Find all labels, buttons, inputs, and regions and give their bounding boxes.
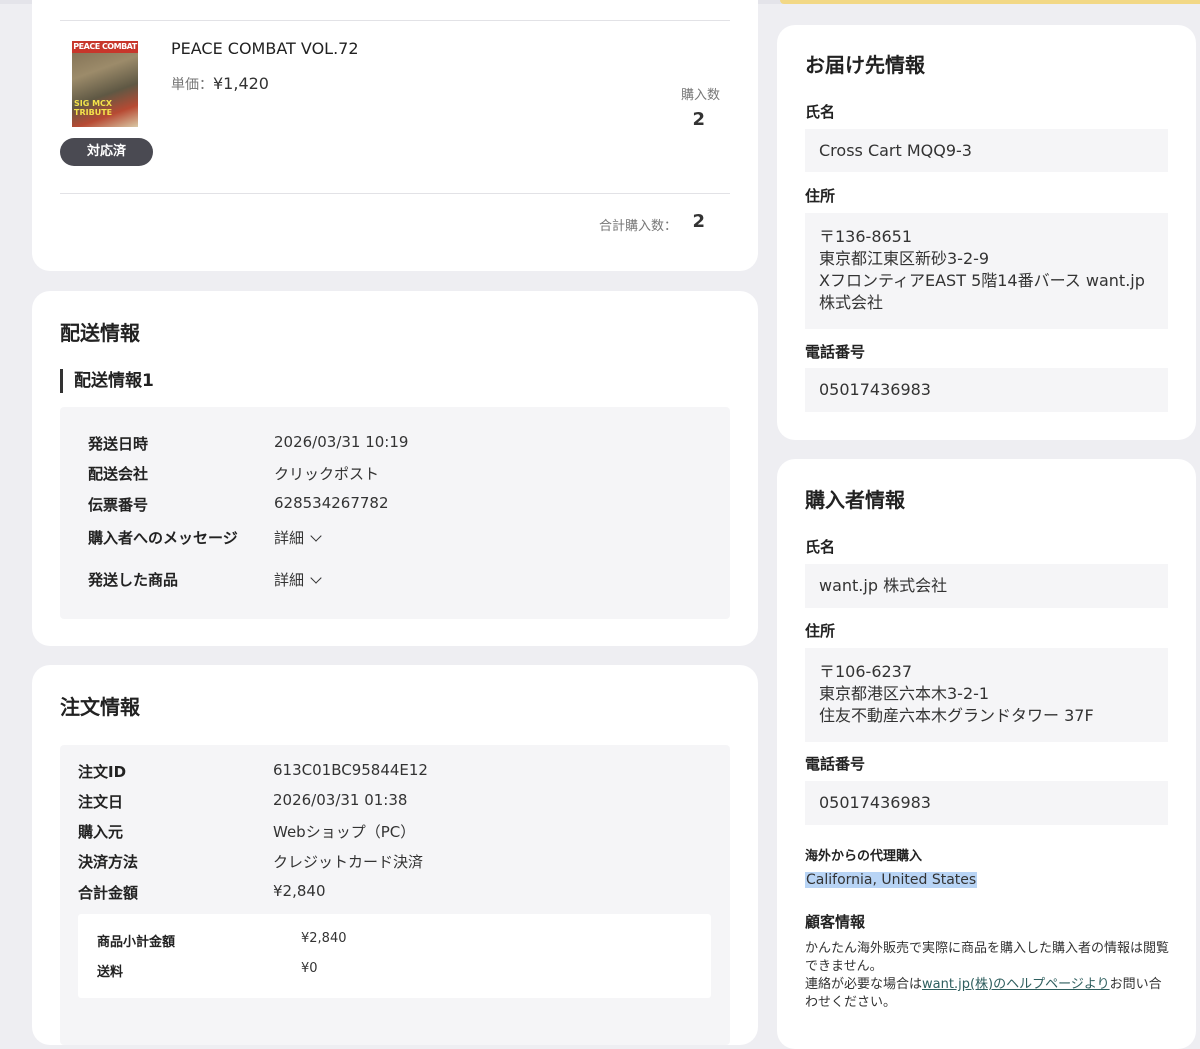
order-source-value: Webショップ（PC） <box>273 823 416 841</box>
shipping-fee-value: ¥0 <box>301 961 318 976</box>
total-quantity-label: 合計購入数： <box>598 219 677 234</box>
product-card: PEACE COMBAT SIG MCX TRIBUTE 対応済 PEACE C… <box>32 0 758 271</box>
order-source-label: 購入元 <box>78 823 124 841</box>
address-line: 〒106-6237 <box>819 662 913 681</box>
divider <box>60 20 730 21</box>
shipping-fee-label: 送料 <box>97 965 124 980</box>
shipping-subtitle: 配送情報1 <box>60 369 154 393</box>
proxy-purchase-value: California, United States <box>805 872 978 888</box>
thumbnail-subtitle: SIG MCX TRIBUTE <box>74 99 113 117</box>
order-total-value: ¥2,840 <box>273 882 326 900</box>
order-card: 注文情報 注文ID 613C01BC95844E12 注文日 2026/03/3… <box>32 665 758 1045</box>
address-line: 〒136-8651 <box>819 227 913 246</box>
destination-card: お届け先情報 氏名 Cross Cart MQQ9-3 住所 〒136-8651… <box>777 25 1196 440</box>
chevron-down-icon <box>310 572 322 584</box>
destination-address-box: 〒136-8651 東京都江東区新砂3-2-9 XフロンティアEAST 5階14… <box>805 213 1168 329</box>
buyer-message-toggle[interactable]: 詳細 <box>274 527 322 548</box>
buyer-title: 購入者情報 <box>805 488 905 512</box>
unit-price-value: ¥1,420 <box>213 74 269 93</box>
tracking-number-value: 628534267782 <box>274 494 389 512</box>
order-date-value: 2026/03/31 01:38 <box>273 791 408 809</box>
destination-phone-value: 05017436983 <box>805 368 1168 412</box>
status-badge: 対応済 <box>60 138 153 166</box>
product-thumbnail[interactable]: PEACE COMBAT SIG MCX TRIBUTE <box>72 41 138 127</box>
subtotal-value: ¥2,840 <box>301 931 347 946</box>
buyer-address-box: 〒106-6237 東京都港区六本木3-2-1 住友不動産六本木グランドタワー … <box>805 648 1168 742</box>
address-line: 住友不動産六本木グランドタワー 37F <box>819 706 1094 725</box>
destination-phone-label: 電話番号 <box>805 343 866 361</box>
order-id-value: 613C01BC95844E12 <box>273 761 428 779</box>
shipping-detail-panel: 発送日時 2026/03/31 10:19 配送会社 クリックポスト 伝票番号 … <box>60 407 730 619</box>
address-line: 株式会社 <box>819 293 884 312</box>
destination-title: お届け先情報 <box>805 53 925 77</box>
address-line: 東京都江東区新砂3-2-9 <box>819 249 990 268</box>
shipping-card: 配送情報 配送情報1 発送日時 2026/03/31 10:19 配送会社 クリ… <box>32 291 758 646</box>
carrier-value: クリックポスト <box>274 465 380 483</box>
destination-name-label: 氏名 <box>805 103 836 121</box>
divider <box>60 193 730 194</box>
buyer-card: 購入者情報 氏名 want.jp 株式会社 住所 〒106-6237 東京都港区… <box>777 459 1196 1049</box>
customer-note-text: かんたん海外販売で実際に商品を購入した購入者の情報は閲覧できません。 <box>805 941 1170 974</box>
thumbnail-masthead: PEACE COMBAT <box>72 41 138 53</box>
customer-info-label: 顧客情報 <box>805 913 866 931</box>
buyer-message-label: 購入者へのメッセージ <box>88 529 238 547</box>
buyer-address-label: 住所 <box>805 622 836 640</box>
total-quantity-value: 2 <box>692 211 705 232</box>
customer-note-contact: 連絡が必要な場合はwant.jp(株)のヘルプページよりお問い合わせください。 <box>805 976 1173 1012</box>
address-line: XフロンティアEAST 5階14番バース want.jp <box>819 271 1145 290</box>
toggle-label: 詳細 <box>274 529 305 547</box>
buyer-name-label: 氏名 <box>805 538 836 556</box>
ship-date-label: 発送日時 <box>88 435 149 453</box>
help-page-link[interactable]: want.jp(株)のヘルプページより <box>922 977 1110 992</box>
ship-date-value: 2026/03/31 10:19 <box>274 433 409 451</box>
top-accent-bar <box>780 0 1200 4</box>
order-detail-panel: 注文ID 613C01BC95844E12 注文日 2026/03/31 01:… <box>60 745 730 1045</box>
price-breakdown-panel: 商品小計金額 ¥2,840 送料 ¥0 <box>78 914 711 998</box>
quantity-label: 購入数 <box>680 88 720 103</box>
unit-price-label: 単価： <box>171 77 213 93</box>
order-id-label: 注文ID <box>78 763 127 781</box>
proxy-purchase-label: 海外からの代理購入 <box>805 849 923 864</box>
order-total-label: 合計金額 <box>78 884 139 902</box>
order-date-label: 注文日 <box>78 793 124 811</box>
unit-price: 単価：¥1,420 <box>171 74 269 94</box>
shipping-title: 配送情報 <box>60 321 140 345</box>
contact-prefix: 連絡が必要な場合は <box>805 977 923 992</box>
subtotal-label: 商品小計金額 <box>97 935 176 950</box>
buyer-phone-value: 05017436983 <box>805 781 1168 825</box>
buyer-name-value: want.jp 株式会社 <box>805 564 1168 608</box>
payment-method-value: クレジットカード決済 <box>273 853 424 871</box>
tracking-number-label: 伝票番号 <box>88 496 149 514</box>
customer-info-note: かんたん海外販売で実際に商品を購入した購入者の情報は閲覧できません。 連絡が必要… <box>805 940 1173 1012</box>
shipped-items-label: 発送した商品 <box>88 571 179 589</box>
order-title: 注文情報 <box>60 695 140 719</box>
chevron-down-icon <box>310 530 322 542</box>
destination-name-value: Cross Cart MQQ9-3 <box>805 129 1168 172</box>
payment-method-label: 決済方法 <box>78 853 139 871</box>
carrier-label: 配送会社 <box>88 465 149 483</box>
quantity-value: 2 <box>692 109 705 130</box>
destination-address-label: 住所 <box>805 187 836 205</box>
toggle-label: 詳細 <box>274 571 305 589</box>
shipped-items-toggle[interactable]: 詳細 <box>274 569 322 590</box>
address-line: 東京都港区六本木3-2-1 <box>819 684 990 703</box>
product-title[interactable]: PEACE COMBAT VOL.72 <box>171 39 359 58</box>
buyer-phone-label: 電話番号 <box>805 755 866 773</box>
